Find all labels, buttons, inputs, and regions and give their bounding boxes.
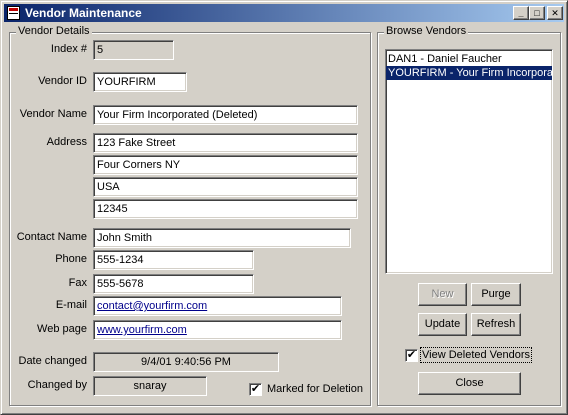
phone-field[interactable]: 555-1234	[93, 250, 254, 270]
phone-label: Phone	[55, 253, 87, 265]
fax-field[interactable]: 555-5678	[93, 274, 254, 294]
email-label: E-mail	[55, 299, 87, 311]
address-line-4-field[interactable]: 12345	[93, 199, 358, 219]
changed-by-field: snaray	[93, 376, 207, 396]
address-line-1-field[interactable]: 123 Fake Street	[93, 133, 358, 153]
address-label: Address	[46, 136, 87, 148]
index-label: Index #	[50, 43, 87, 55]
new-button[interactable]: New	[418, 283, 467, 306]
app-icon	[7, 6, 20, 20]
index-field: 5	[93, 40, 174, 60]
title-bar[interactable]: Vendor Maintenance _ □ ✕	[4, 4, 564, 22]
marked-for-deletion-checkbox[interactable]: ✔	[249, 383, 262, 396]
maximize-button[interactable]: □	[529, 6, 545, 20]
contact-name-label: Contact Name	[16, 231, 87, 243]
purge-button[interactable]: Purge	[471, 283, 521, 306]
web-page-link[interactable]: www.yourfirm.com	[97, 324, 187, 336]
address-line-2-field[interactable]: Four Corners NY	[93, 155, 358, 175]
window-title: Vendor Maintenance	[25, 6, 142, 20]
list-item[interactable]: DAN1 - Daniel Faucher	[386, 52, 552, 66]
vendor-name-field[interactable]: Your Firm Incorporated (Deleted)	[93, 105, 358, 125]
email-field[interactable]: contact@yourfirm.com	[93, 296, 342, 316]
browse-vendors-group-label: Browse Vendors	[384, 25, 469, 37]
vendor-details-group: Vendor Details	[9, 25, 371, 406]
list-item-selected[interactable]: YOURFIRM - Your Firm Incorporated	[386, 66, 552, 80]
vendor-details-group-label: Vendor Details	[16, 25, 92, 37]
fax-label: Fax	[68, 277, 87, 289]
refresh-button[interactable]: Refresh	[471, 313, 521, 336]
marked-for-deletion-label: Marked for Deletion	[267, 383, 363, 395]
contact-name-field[interactable]: John Smith	[93, 228, 351, 248]
email-link[interactable]: contact@yourfirm.com	[97, 300, 207, 312]
vendor-id-label: Vendor ID	[38, 75, 87, 87]
vendor-maintenance-window: Vendor Maintenance _ □ ✕ Vendor Details …	[0, 0, 568, 415]
update-button[interactable]: Update	[418, 313, 467, 336]
changed-by-label: Changed by	[27, 379, 87, 391]
vendor-id-field[interactable]: YOURFIRM	[93, 72, 187, 92]
vendor-name-label: Vendor Name	[19, 108, 87, 120]
view-deleted-vendors-label[interactable]: View Deleted Vendors	[419, 347, 533, 363]
date-changed-field: 9/4/01 9:40:56 PM	[93, 352, 279, 372]
view-deleted-vendors-checkbox[interactable]: ✔	[405, 349, 418, 362]
close-button[interactable]: Close	[418, 372, 521, 395]
vendor-listbox[interactable]: DAN1 - Daniel Faucher YOURFIRM - Your Fi…	[385, 49, 553, 274]
address-line-3-field[interactable]: USA	[93, 177, 358, 197]
web-page-label: Web page	[37, 323, 87, 335]
web-page-field[interactable]: www.yourfirm.com	[93, 320, 342, 340]
minimize-button[interactable]: _	[513, 6, 529, 20]
date-changed-label: Date changed	[18, 355, 88, 367]
close-window-button[interactable]: ✕	[547, 6, 563, 20]
